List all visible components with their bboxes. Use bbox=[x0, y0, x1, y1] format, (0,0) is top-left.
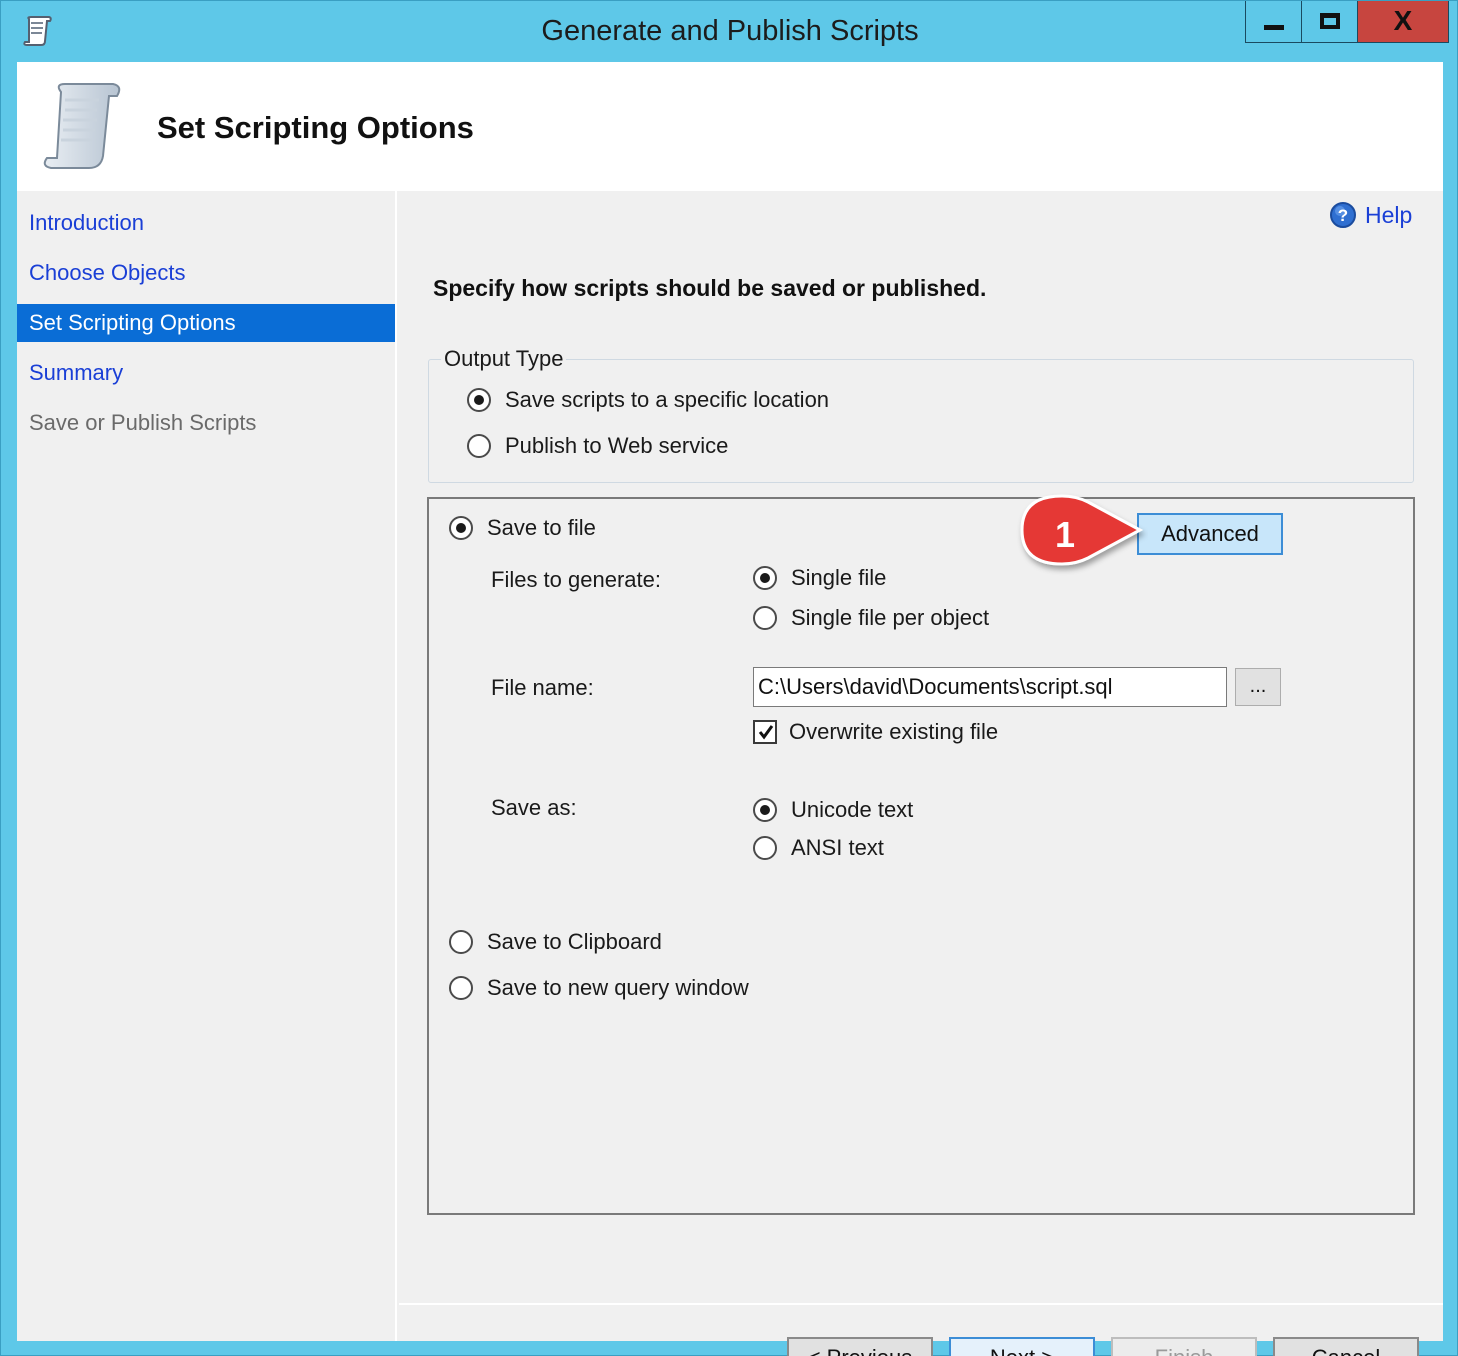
svg-text:?: ? bbox=[1338, 206, 1348, 225]
previous-button[interactable]: < Previous bbox=[787, 1337, 933, 1356]
dialog-window: Generate and Publish Scripts X Set Scrip… bbox=[0, 0, 1458, 1356]
next-button[interactable]: Next > bbox=[949, 1337, 1095, 1356]
radio-button bbox=[753, 836, 777, 860]
save-as-label: Save as: bbox=[491, 795, 577, 820]
close-button[interactable]: X bbox=[1358, 1, 1448, 42]
page-title: Set Scripting Options bbox=[157, 110, 474, 145]
radio-button bbox=[467, 388, 491, 412]
wizard-nav: Introduction Choose Objects Set Scriptin… bbox=[17, 191, 397, 1341]
checkmark-icon bbox=[758, 725, 774, 740]
radio-label: Save to file bbox=[487, 515, 596, 540]
window-controls: X bbox=[1245, 1, 1449, 43]
minimize-icon bbox=[1264, 25, 1284, 30]
callout-number: 1 bbox=[1054, 514, 1076, 555]
output-type-group bbox=[428, 359, 1414, 483]
radio-label: Single file per object bbox=[791, 605, 990, 630]
overwrite-checkbox[interactable]: Overwrite existing file bbox=[753, 719, 998, 745]
radio-label: Single file bbox=[791, 565, 887, 590]
radio-label: Save scripts to a specific location bbox=[505, 387, 830, 412]
radio-label: Publish to Web service bbox=[505, 433, 729, 458]
file-name-input[interactable]: C:\Users\david\Documents\script.sql bbox=[753, 667, 1227, 707]
radio-button bbox=[753, 606, 777, 630]
save-options-panel: Save to file Advanced Files to generate:… bbox=[427, 497, 1415, 1215]
radio-save-to-file[interactable]: Save to file bbox=[449, 515, 596, 541]
radio-save-to-clipboard[interactable]: Save to Clipboard bbox=[449, 929, 662, 955]
minimize-button[interactable] bbox=[1246, 1, 1302, 42]
radio-button bbox=[753, 566, 777, 590]
cancel-button[interactable]: Cancel bbox=[1273, 1337, 1419, 1356]
radio-ansi-text[interactable]: ANSI text bbox=[753, 835, 884, 861]
window-title: Generate and Publish Scripts bbox=[541, 15, 919, 47]
main-panel: ? Help Specify how scripts should be sav… bbox=[399, 191, 1443, 1356]
finish-button: Finish bbox=[1111, 1337, 1257, 1356]
checkbox-label: Overwrite existing file bbox=[789, 719, 999, 744]
radio-button bbox=[467, 434, 491, 458]
maximize-icon bbox=[1320, 13, 1340, 29]
close-icon: X bbox=[1393, 5, 1413, 36]
title-bar[interactable]: Generate and Publish Scripts X bbox=[1, 1, 1458, 61]
maximize-button[interactable] bbox=[1302, 1, 1358, 42]
radio-button bbox=[449, 930, 473, 954]
radio-label: Unicode text bbox=[791, 797, 914, 822]
help-link[interactable]: ? Help bbox=[1329, 201, 1412, 229]
output-type-legend: Output Type bbox=[441, 346, 567, 372]
radio-single-file[interactable]: Single file bbox=[753, 565, 886, 591]
files-to-generate-label: Files to generate: bbox=[491, 567, 661, 592]
radio-button bbox=[449, 516, 473, 540]
checkbox-box bbox=[753, 720, 777, 744]
nav-item-summary[interactable]: Summary bbox=[17, 354, 395, 392]
wizard-header: Set Scripting Options bbox=[17, 62, 1443, 191]
help-label: Help bbox=[1365, 201, 1413, 228]
browse-button[interactable]: ... bbox=[1235, 668, 1281, 706]
radio-label: Save to Clipboard bbox=[487, 929, 662, 954]
advanced-button[interactable]: Advanced bbox=[1137, 513, 1283, 555]
radio-unicode-text[interactable]: Unicode text bbox=[753, 797, 913, 823]
script-scroll-icon bbox=[43, 83, 121, 169]
radio-single-file-per-object[interactable]: Single file per object bbox=[753, 605, 989, 631]
nav-item-choose-objects[interactable]: Choose Objects bbox=[17, 254, 395, 292]
radio-button bbox=[753, 798, 777, 822]
nav-item-save-or-publish: Save or Publish Scripts bbox=[29, 410, 257, 435]
dialog-client-area: Set Scripting Options Introduction Choos… bbox=[17, 62, 1443, 1356]
file-name-label: File name: bbox=[491, 675, 594, 700]
help-icon: ? bbox=[1330, 202, 1356, 228]
nav-item-introduction[interactable]: Introduction bbox=[17, 204, 395, 242]
radio-publish-web-service[interactable]: Publish to Web service bbox=[467, 433, 728, 459]
footer-separator bbox=[399, 1303, 1443, 1305]
nav-item-set-scripting-options[interactable]: Set Scripting Options bbox=[17, 304, 395, 342]
radio-button bbox=[449, 976, 473, 1000]
instruction-text: Specify how scripts should be saved or p… bbox=[433, 275, 987, 301]
radio-label: ANSI text bbox=[791, 835, 884, 860]
radio-save-to-location[interactable]: Save scripts to a specific location bbox=[467, 387, 829, 413]
radio-label: Save to new query window bbox=[487, 975, 749, 1000]
radio-save-to-query-window[interactable]: Save to new query window bbox=[449, 975, 749, 1001]
